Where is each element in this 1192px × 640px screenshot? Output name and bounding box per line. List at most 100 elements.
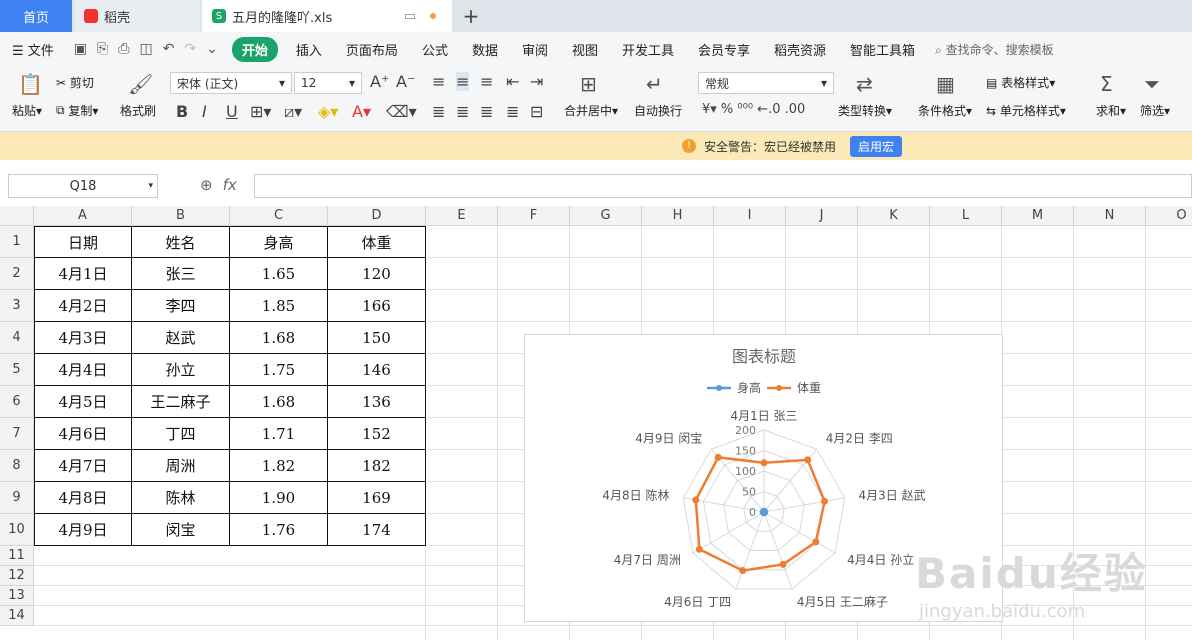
menu-item-resources[interactable]: 稻壳资源: [762, 40, 838, 59]
table-header-cell[interactable]: 姓名: [132, 226, 230, 258]
row-header-4[interactable]: 4: [0, 322, 34, 354]
table-cell[interactable]: 王二麻子: [132, 386, 230, 418]
table-cell[interactable]: 1.71: [230, 418, 328, 450]
copy-button[interactable]: ⧉ 复制 ▾: [56, 102, 98, 119]
table-cell[interactable]: 1.65: [230, 258, 328, 290]
row-header-2[interactable]: 2: [0, 258, 34, 290]
tab-daoke[interactable]: 稻壳: [74, 0, 200, 32]
table-cell[interactable]: 4月4日: [34, 354, 132, 386]
row-header-6[interactable]: 6: [0, 386, 34, 418]
number-format-select[interactable]: 常规 ▾: [698, 72, 834, 94]
table-cell[interactable]: 120: [328, 258, 426, 290]
table-cell[interactable]: 4月3日: [34, 322, 132, 354]
menu-item-smart-tools[interactable]: 智能工具箱: [838, 40, 927, 59]
column-header-K[interactable]: K: [858, 206, 930, 226]
table-cell[interactable]: 136: [328, 386, 426, 418]
menu-item-member[interactable]: 会员专享: [686, 40, 762, 59]
redo-icon[interactable]: ↷: [184, 41, 196, 57]
sum-button[interactable]: 求和 ▾: [1096, 102, 1126, 119]
distribute-icon[interactable]: ⊟: [530, 102, 543, 121]
chevron-down-icon[interactable]: ⌄: [206, 41, 218, 57]
italic-icon[interactable]: I: [202, 102, 207, 121]
column-header-D[interactable]: D: [328, 206, 426, 226]
tab-file[interactable]: S 五月的隆隆吖.xls ▭: [202, 0, 452, 32]
fx-icon[interactable]: fx: [223, 176, 237, 194]
menu-item-view[interactable]: 视图: [560, 40, 610, 59]
menu-item-review[interactable]: 审阅: [510, 40, 560, 59]
font-size-select[interactable]: 12 ▾: [294, 72, 362, 94]
cut-button[interactable]: ✂ 剪切: [56, 74, 94, 91]
tab-home[interactable]: 首页: [0, 0, 72, 32]
new-tab-button[interactable]: +: [458, 0, 484, 32]
export-icon[interactable]: ⎘: [97, 41, 108, 57]
underline-icon[interactable]: U: [226, 102, 238, 121]
row-header-5[interactable]: 5: [0, 354, 34, 386]
select-all-corner[interactable]: [0, 206, 34, 226]
preview-icon[interactable]: ◫: [139, 41, 152, 57]
column-header-B[interactable]: B: [132, 206, 230, 226]
bold-icon[interactable]: B: [176, 102, 188, 121]
cell-style-button[interactable]: ⇆ 单元格样式 ▾: [986, 102, 1066, 119]
align-left-icon[interactable]: ≣: [432, 102, 445, 121]
table-header-cell[interactable]: 日期: [34, 226, 132, 258]
column-header-O[interactable]: O: [1146, 206, 1192, 226]
row-header-10[interactable]: 10: [0, 514, 34, 546]
table-cell[interactable]: 4月6日: [34, 418, 132, 450]
table-cell[interactable]: 4月2日: [34, 290, 132, 322]
paste-icon[interactable]: 📋: [18, 72, 43, 96]
align-center-icon[interactable]: ≣: [456, 102, 469, 121]
align-top-icon[interactable]: ≡: [432, 72, 445, 91]
row-header-12[interactable]: 12: [0, 566, 34, 586]
table-cell[interactable]: 孙立: [132, 354, 230, 386]
menu-item-developer[interactable]: 开发工具: [610, 40, 686, 59]
eraser-icon[interactable]: ⌫▾: [386, 102, 417, 121]
table-cell[interactable]: 146: [328, 354, 426, 386]
table-cell[interactable]: 1.90: [230, 482, 328, 514]
table-cell[interactable]: 1.82: [230, 450, 328, 482]
table-cell[interactable]: 1.68: [230, 322, 328, 354]
row-header-7[interactable]: 7: [0, 418, 34, 450]
table-cell[interactable]: 166: [328, 290, 426, 322]
menu-item-data[interactable]: 数据: [460, 40, 510, 59]
row-header-3[interactable]: 3: [0, 290, 34, 322]
file-menu[interactable]: ☰ 文件: [0, 40, 66, 59]
filter-icon[interactable]: ⏷: [1144, 72, 1160, 96]
row-header-9[interactable]: 9: [0, 482, 34, 514]
save-icon[interactable]: ▣: [74, 41, 87, 57]
table-cell[interactable]: 182: [328, 450, 426, 482]
conditional-format-icon[interactable]: ▦: [936, 72, 955, 96]
table-cell[interactable]: 李四: [132, 290, 230, 322]
menu-item-page-layout[interactable]: 页面布局: [334, 40, 410, 59]
border-icon[interactable]: ⊞▾: [250, 102, 271, 121]
row-header-11[interactable]: 11: [0, 546, 34, 566]
column-header-J[interactable]: J: [786, 206, 858, 226]
table-cell[interactable]: 169: [328, 482, 426, 514]
table-cell[interactable]: 152: [328, 418, 426, 450]
conditional-format-button[interactable]: 条件格式 ▾: [918, 102, 972, 119]
strikethrough-icon[interactable]: ⧄▾: [284, 102, 302, 122]
sigma-icon[interactable]: Σ: [1100, 72, 1113, 96]
column-header-C[interactable]: C: [230, 206, 328, 226]
table-cell[interactable]: 张三: [132, 258, 230, 290]
wrap-text-button[interactable]: 自动换行: [634, 102, 682, 119]
table-cell[interactable]: 赵武: [132, 322, 230, 354]
table-cell[interactable]: 174: [328, 514, 426, 546]
print-icon[interactable]: ⎙: [118, 41, 129, 57]
table-cell[interactable]: 1.68: [230, 386, 328, 418]
align-bottom-icon[interactable]: ≡: [480, 72, 493, 91]
column-header-I[interactable]: I: [714, 206, 786, 226]
monitor-icon[interactable]: ▭: [404, 9, 416, 24]
undo-icon[interactable]: ↶: [163, 41, 175, 57]
table-cell[interactable]: 4月5日: [34, 386, 132, 418]
menu-item-formula[interactable]: 公式: [410, 40, 460, 59]
table-cell[interactable]: 4月8日: [34, 482, 132, 514]
grow-font-icon[interactable]: A⁺: [370, 72, 389, 91]
table-cell[interactable]: 陈林: [132, 482, 230, 514]
table-style-button[interactable]: ▤ 表格样式 ▾: [986, 74, 1055, 91]
format-painter-icon[interactable]: 🖌: [128, 72, 153, 96]
outdent-icon[interactable]: ⇤: [506, 72, 519, 91]
menu-item-insert[interactable]: 插入: [284, 40, 334, 59]
table-cell[interactable]: 4月1日: [34, 258, 132, 290]
paste-button[interactable]: 粘贴 ▾: [12, 102, 42, 119]
command-search[interactable]: ⌕ 查找命令、搜索模板: [935, 41, 1054, 58]
